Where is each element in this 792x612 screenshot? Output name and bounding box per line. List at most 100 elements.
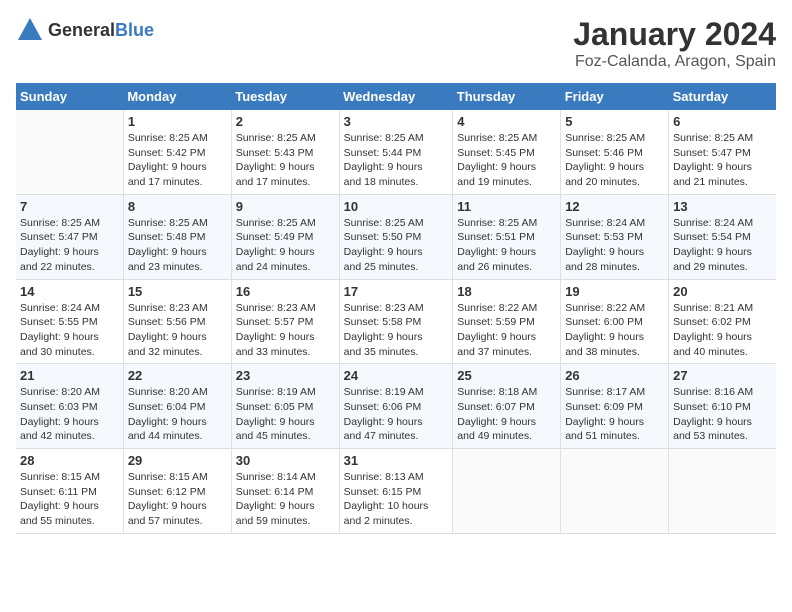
day-number: 27 (673, 368, 772, 383)
day-cell: 5 Sunrise: 8:25 AMSunset: 5:46 PMDaylight… (561, 110, 669, 194)
day-cell: 18 Sunrise: 8:22 AMSunset: 5:59 PMDayligh… (453, 279, 561, 364)
day-cell: 28 Sunrise: 8:15 AMSunset: 6:11 PMDayligh… (16, 449, 123, 534)
col-header-monday: Monday (123, 83, 231, 110)
day-cell: 31 Sunrise: 8:13 AMSunset: 6:15 PMDayligh… (339, 449, 453, 534)
day-number: 7 (20, 199, 119, 214)
day-number: 23 (236, 368, 335, 383)
day-info: Sunrise: 8:25 AMSunset: 5:42 PMDaylight:… (128, 131, 227, 190)
day-info: Sunrise: 8:25 AMSunset: 5:43 PMDaylight:… (236, 131, 335, 190)
day-info: Sunrise: 8:14 AMSunset: 6:14 PMDaylight:… (236, 470, 335, 529)
header-row: SundayMondayTuesdayWednesdayThursdayFrid… (16, 83, 776, 110)
day-number: 24 (344, 368, 449, 383)
col-header-sunday: Sunday (16, 83, 123, 110)
day-number: 22 (128, 368, 227, 383)
day-cell: 1Sunrise: 8:25 AMSunset: 5:42 PMDaylight… (123, 110, 231, 194)
day-info: Sunrise: 8:23 AMSunset: 5:57 PMDaylight:… (236, 301, 335, 360)
day-cell: 19 Sunrise: 8:22 AMSunset: 6:00 PMDayligh… (561, 279, 669, 364)
day-cell (561, 449, 669, 534)
day-number: 18 (457, 284, 556, 299)
col-header-tuesday: Tuesday (231, 83, 339, 110)
day-info: Sunrise: 8:25 AMSunset: 5:44 PMDaylight:… (344, 131, 449, 190)
day-number: 28 (20, 453, 119, 468)
day-cell: 4 Sunrise: 8:25 AMSunset: 5:45 PMDaylight… (453, 110, 561, 194)
day-info: Sunrise: 8:23 AMSunset: 5:58 PMDaylight:… (344, 301, 449, 360)
day-cell: 29 Sunrise: 8:15 AMSunset: 6:12 PMDayligh… (123, 449, 231, 534)
day-info: Sunrise: 8:20 AMSunset: 6:03 PMDaylight:… (20, 385, 119, 444)
day-number: 21 (20, 368, 119, 383)
day-cell: 15Sunrise: 8:23 AMSunset: 5:56 PMDayligh… (123, 279, 231, 364)
day-cell: 20Sunrise: 8:21 AMSunset: 6:02 PMDayligh… (669, 279, 776, 364)
day-cell: 6 Sunrise: 8:25 AMSunset: 5:47 PMDaylight… (669, 110, 776, 194)
day-info: Sunrise: 8:25 AMSunset: 5:51 PMDaylight:… (457, 216, 556, 275)
day-number: 19 (565, 284, 664, 299)
day-number: 4 (457, 114, 556, 129)
day-number: 8 (128, 199, 227, 214)
day-number: 29 (128, 453, 227, 468)
day-cell: 8 Sunrise: 8:25 AMSunset: 5:48 PMDaylight… (123, 194, 231, 279)
day-number: 31 (344, 453, 449, 468)
day-info: Sunrise: 8:25 AMSunset: 5:47 PMDaylight:… (673, 131, 772, 190)
subtitle: Foz-Calanda, Aragon, Spain (573, 53, 776, 71)
day-info: Sunrise: 8:25 AMSunset: 5:47 PMDaylight:… (20, 216, 119, 275)
day-info: Sunrise: 8:22 AMSunset: 5:59 PMDaylight:… (457, 301, 556, 360)
day-info: Sunrise: 8:24 AMSunset: 5:55 PMDaylight:… (20, 301, 119, 360)
day-cell: 17Sunrise: 8:23 AMSunset: 5:58 PMDayligh… (339, 279, 453, 364)
day-info: Sunrise: 8:13 AMSunset: 6:15 PMDaylight:… (344, 470, 449, 529)
day-cell: 11 Sunrise: 8:25 AMSunset: 5:51 PMDayligh… (453, 194, 561, 279)
logo: GeneralBlue (16, 16, 154, 44)
col-header-saturday: Saturday (669, 83, 776, 110)
day-info: Sunrise: 8:24 AMSunset: 5:53 PMDaylight:… (565, 216, 664, 275)
day-cell: 9Sunrise: 8:25 AMSunset: 5:49 PMDaylight… (231, 194, 339, 279)
week-row-5: 28 Sunrise: 8:15 AMSunset: 6:11 PMDayligh… (16, 449, 776, 534)
calendar-table: SundayMondayTuesdayWednesdayThursdayFrid… (16, 83, 776, 534)
day-cell: 27 Sunrise: 8:16 AMSunset: 6:10 PMDayligh… (669, 364, 776, 449)
day-number: 5 (565, 114, 664, 129)
day-cell: 13 Sunrise: 8:24 AMSunset: 5:54 PMDayligh… (669, 194, 776, 279)
main-title: January 2024 (573, 16, 776, 53)
day-cell: 16 Sunrise: 8:23 AMSunset: 5:57 PMDayligh… (231, 279, 339, 364)
week-row-1: 1Sunrise: 8:25 AMSunset: 5:42 PMDaylight… (16, 110, 776, 194)
day-number: 25 (457, 368, 556, 383)
day-info: Sunrise: 8:18 AMSunset: 6:07 PMDaylight:… (457, 385, 556, 444)
day-number: 3 (344, 114, 449, 129)
day-cell (669, 449, 776, 534)
day-info: Sunrise: 8:24 AMSunset: 5:54 PMDaylight:… (673, 216, 772, 275)
day-info: Sunrise: 8:25 AMSunset: 5:46 PMDaylight:… (565, 131, 664, 190)
day-number: 15 (128, 284, 227, 299)
day-cell: 25 Sunrise: 8:18 AMSunset: 6:07 PMDayligh… (453, 364, 561, 449)
day-cell: 24Sunrise: 8:19 AMSunset: 6:06 PMDayligh… (339, 364, 453, 449)
header: GeneralBlue January 2024 Foz-Calanda, Ar… (16, 16, 776, 71)
day-cell: 21 Sunrise: 8:20 AMSunset: 6:03 PMDayligh… (16, 364, 123, 449)
day-info: Sunrise: 8:17 AMSunset: 6:09 PMDaylight:… (565, 385, 664, 444)
day-info: Sunrise: 8:15 AMSunset: 6:11 PMDaylight:… (20, 470, 119, 529)
col-header-wednesday: Wednesday (339, 83, 453, 110)
day-cell (453, 449, 561, 534)
day-cell: 23 Sunrise: 8:19 AMSunset: 6:05 PMDayligh… (231, 364, 339, 449)
day-cell: 7 Sunrise: 8:25 AMSunset: 5:47 PMDaylight… (16, 194, 123, 279)
day-cell: 3 Sunrise: 8:25 AMSunset: 5:44 PMDaylight… (339, 110, 453, 194)
col-header-thursday: Thursday (453, 83, 561, 110)
day-cell (16, 110, 123, 194)
day-info: Sunrise: 8:25 AMSunset: 5:50 PMDaylight:… (344, 216, 449, 275)
day-cell: 22Sunrise: 8:20 AMSunset: 6:04 PMDayligh… (123, 364, 231, 449)
day-info: Sunrise: 8:25 AMSunset: 5:48 PMDaylight:… (128, 216, 227, 275)
day-number: 9 (236, 199, 335, 214)
day-info: Sunrise: 8:22 AMSunset: 6:00 PMDaylight:… (565, 301, 664, 360)
day-info: Sunrise: 8:19 AMSunset: 6:05 PMDaylight:… (236, 385, 335, 444)
day-number: 14 (20, 284, 119, 299)
day-cell: 12Sunrise: 8:24 AMSunset: 5:53 PMDayligh… (561, 194, 669, 279)
day-number: 11 (457, 199, 556, 214)
day-info: Sunrise: 8:25 AMSunset: 5:45 PMDaylight:… (457, 131, 556, 190)
day-info: Sunrise: 8:15 AMSunset: 6:12 PMDaylight:… (128, 470, 227, 529)
day-info: Sunrise: 8:16 AMSunset: 6:10 PMDaylight:… (673, 385, 772, 444)
day-number: 16 (236, 284, 335, 299)
day-cell: 10Sunrise: 8:25 AMSunset: 5:50 PMDayligh… (339, 194, 453, 279)
day-number: 26 (565, 368, 664, 383)
day-number: 6 (673, 114, 772, 129)
week-row-4: 21 Sunrise: 8:20 AMSunset: 6:03 PMDayligh… (16, 364, 776, 449)
logo-general: General (48, 20, 115, 40)
logo-text: GeneralBlue (48, 20, 154, 41)
day-number: 2 (236, 114, 335, 129)
col-header-friday: Friday (561, 83, 669, 110)
day-number: 13 (673, 199, 772, 214)
